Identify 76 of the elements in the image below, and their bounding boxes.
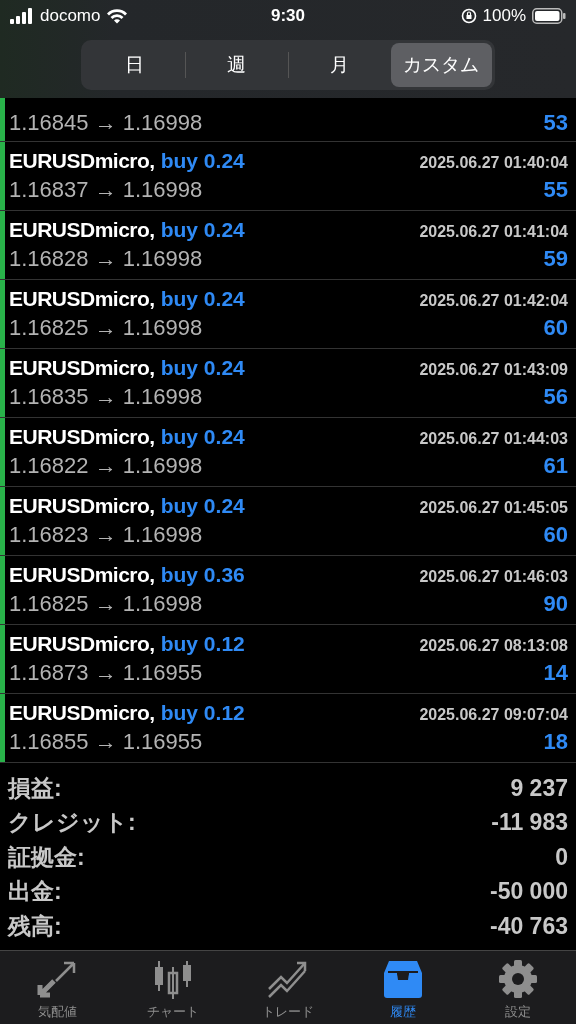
profit-value: 61 xyxy=(543,453,568,479)
symbol-label: EURUSDmicro, xyxy=(9,149,155,173)
symbol-label: EURUSDmicro, xyxy=(9,563,155,587)
deal-time: 2025.06.27 01:45:05 xyxy=(419,499,568,517)
price-range: 1.16825 → 1.16998 xyxy=(9,591,203,617)
summary-label: 残高: xyxy=(8,911,62,941)
deal-time: 2025.06.27 01:41:04 xyxy=(419,223,568,241)
carrier-name: docomo xyxy=(40,6,101,26)
signal-icon xyxy=(10,8,34,24)
tab-bar-item[interactable]: 設定 xyxy=(460,950,576,1024)
order-volume: buy 0.24 xyxy=(160,425,245,449)
tab-bar-item[interactable]: トレード xyxy=(230,950,346,1024)
deal-time: 2025.06.27 01:40:04 xyxy=(419,154,568,172)
summary-value: -50 000 xyxy=(490,878,568,906)
deal-time: 2025.06.27 01:43:09 xyxy=(419,361,568,379)
profit-value: 60 xyxy=(543,315,568,341)
summary-value: -40 763 xyxy=(490,912,568,940)
deal-time: 2025.06.27 01:42:04 xyxy=(419,292,568,310)
deal-time: 2025.06.27 09:07:04 xyxy=(419,706,568,724)
profit-value: 18 xyxy=(543,729,568,755)
symbol-label: EURUSDmicro, xyxy=(9,632,155,656)
deal-time: 2025.06.27 01:44:03 xyxy=(419,430,568,448)
order-volume: buy 0.24 xyxy=(160,218,245,242)
order-volume: buy 0.24 xyxy=(160,356,245,380)
wifi-icon xyxy=(106,8,129,24)
summary-label: 損益: xyxy=(8,773,62,803)
profit-value: 14 xyxy=(543,660,568,686)
deal-time: 2025.06.27 08:13:08 xyxy=(419,637,568,655)
order-volume: buy 0.12 xyxy=(160,632,245,656)
profit-value: 53 xyxy=(543,110,568,136)
order-volume: buy 0.24 xyxy=(160,494,245,518)
order-volume: buy 0.12 xyxy=(160,701,245,725)
summary-label: クレジット: xyxy=(8,808,136,838)
battery-icon xyxy=(532,8,566,24)
summary-value: 0 xyxy=(555,843,568,871)
tab-bar-item[interactable]: 履歴 xyxy=(345,950,461,1024)
profit-value: 55 xyxy=(543,177,568,203)
price-range: 1.16835 → 1.16998 xyxy=(9,384,203,410)
price-range: 1.16837 → 1.16998 xyxy=(9,177,203,203)
price-range: 1.16855 → 1.16955 xyxy=(9,729,203,755)
order-volume: buy 0.24 xyxy=(160,149,245,173)
summary-value: -11 983 xyxy=(491,809,568,837)
price-range: 1.16823 → 1.16998 xyxy=(9,522,203,548)
symbol-label: EURUSDmicro, xyxy=(9,287,155,311)
summary-label: 出金: xyxy=(8,877,62,907)
period-tab[interactable]: 週 xyxy=(186,43,288,87)
period-tab[interactable]: 月 xyxy=(288,43,390,87)
rotation-lock-icon xyxy=(460,8,477,24)
tab-bar-item[interactable]: チャート xyxy=(115,950,231,1024)
symbol-label: EURUSDmicro, xyxy=(9,425,155,449)
profit-value: 60 xyxy=(543,522,568,548)
settings-icon xyxy=(498,958,539,999)
price-range: 1.16845 → 1.16998 xyxy=(9,110,203,136)
price-range: 1.16873 → 1.16955 xyxy=(9,660,203,686)
profit-value: 59 xyxy=(543,246,568,272)
inbox-icon xyxy=(383,958,424,999)
symbol-label: EURUSDmicro, xyxy=(9,218,155,242)
price-range: 1.16822 → 1.16998 xyxy=(9,453,203,479)
price-range: 1.16828 → 1.16998 xyxy=(9,246,203,272)
order-volume: buy 0.36 xyxy=(160,563,245,587)
period-tab[interactable]: カスタム xyxy=(390,43,492,87)
symbol-label: EURUSDmicro, xyxy=(9,701,155,725)
summary-label: 証拠金: xyxy=(8,842,85,872)
tab-bar-item[interactable]: 気配値 xyxy=(0,950,116,1024)
clock-time: 9:30 xyxy=(271,6,305,26)
price-range: 1.16825 → 1.16998 xyxy=(9,315,203,341)
profit-value: 56 xyxy=(543,384,568,410)
battery-percent: 100% xyxy=(482,6,526,26)
symbol-label: EURUSDmicro, xyxy=(9,494,155,518)
period-tab[interactable]: 日 xyxy=(84,43,186,87)
order-volume: buy 0.24 xyxy=(160,287,245,311)
profit-value: 90 xyxy=(543,591,568,617)
deal-time: 2025.06.27 01:46:03 xyxy=(419,568,568,586)
candlestick-icon xyxy=(152,958,193,999)
summary-value: 9 237 xyxy=(510,774,568,802)
symbol-label: EURUSDmicro, xyxy=(9,356,155,380)
